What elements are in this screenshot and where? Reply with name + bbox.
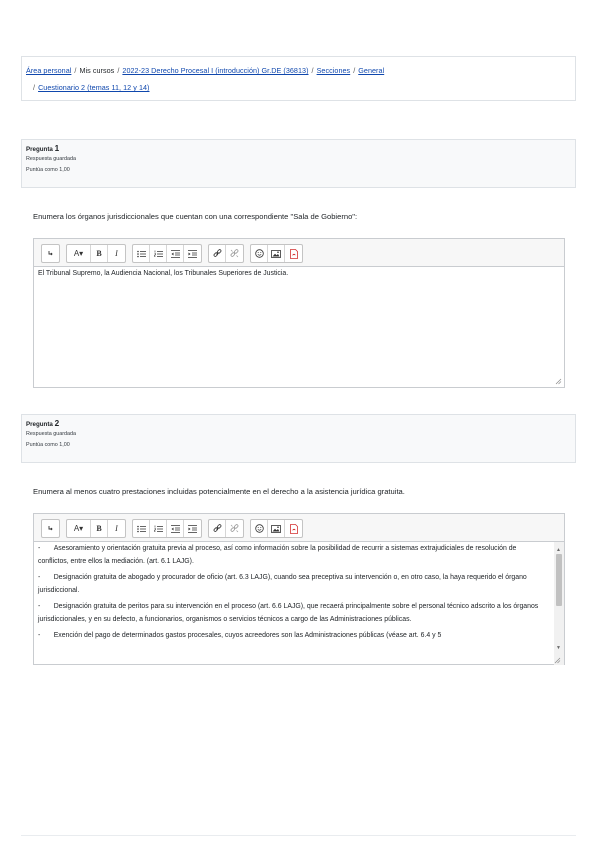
question-1-info: Pregunta 1 Respuesta guardada Puntúa com… xyxy=(21,139,576,188)
toolbar-group-media xyxy=(250,244,303,263)
question-points: Puntúa como 1,00 xyxy=(26,167,70,173)
ordered-list-icon[interactable] xyxy=(150,245,167,262)
question-number: Pregunta 2 xyxy=(26,419,571,429)
editor-content[interactable]: El Tribunal Supremo, la Audiencia Nacion… xyxy=(34,267,564,387)
toolbar-group-lists xyxy=(132,244,202,263)
resize-handle-icon[interactable] xyxy=(554,657,561,664)
answer-paragraph: - Exención del pago de determinados gast… xyxy=(38,632,442,639)
answer-editor-2: A▾ B I - Asesoramiento y orientación gra… xyxy=(33,513,565,665)
breadcrumb-separator: / xyxy=(74,66,77,75)
link-icon[interactable] xyxy=(209,245,226,262)
answer-paragraph: - Designación gratuita de abogado y proc… xyxy=(38,574,527,594)
unlink-icon[interactable] xyxy=(226,245,243,262)
toolbar-group-format: A▾ B I xyxy=(66,519,126,538)
question-status: Respuesta guardada xyxy=(26,156,77,162)
breadcrumb-course[interactable]: 2022-23 Derecho Procesal I (introducción… xyxy=(122,66,308,75)
breadcrumb-separator: / xyxy=(117,66,120,75)
unordered-list-icon[interactable] xyxy=(133,520,150,537)
footer-divider xyxy=(21,835,576,836)
font-style-icon[interactable]: A▾ xyxy=(67,520,91,537)
toolbar-group-media xyxy=(250,519,303,538)
emoji-icon[interactable] xyxy=(251,520,268,537)
emoji-icon[interactable] xyxy=(251,245,268,262)
editor-content[interactable]: - Asesoramiento y orientación gratuita p… xyxy=(34,542,564,667)
breadcrumb-sections[interactable]: Secciones xyxy=(317,66,351,75)
question-1-text: Enumera los órganos jurisdiccionales que… xyxy=(33,212,358,221)
scrollbar-thumb[interactable] xyxy=(556,554,562,606)
link-icon[interactable] xyxy=(209,520,226,537)
toolbar-group-links xyxy=(208,244,244,263)
question-number-value: 2 xyxy=(54,419,60,428)
collapse-icon[interactable] xyxy=(42,520,59,537)
answer-editor-1: A▾ B I El Tribunal Supremo, la Audiencia… xyxy=(33,238,565,388)
answer-paragraph: - Designación gratuita de peritos para s… xyxy=(38,603,539,623)
bold-icon[interactable]: B xyxy=(91,520,108,537)
question-2-info: Pregunta 2 Respuesta guardada Puntúa com… xyxy=(21,414,576,463)
pdf-icon[interactable] xyxy=(285,520,302,537)
question-number: Pregunta 1 xyxy=(26,144,571,154)
breadcrumb: Área personal / Mis cursos/2022-23 Derecho… xyxy=(21,56,576,101)
indent-icon[interactable] xyxy=(184,520,201,537)
collapse-icon[interactable] xyxy=(42,245,59,262)
breadcrumb-separator: / xyxy=(33,83,36,92)
italic-icon[interactable]: I xyxy=(108,520,125,537)
editor-toolbar: A▾ B I xyxy=(34,239,564,267)
unordered-list-icon[interactable] xyxy=(133,245,150,262)
bold-icon[interactable]: B xyxy=(91,245,108,262)
breadcrumb-quiz[interactable]: Cuestionario 2 (temas 11, 12 y 14) xyxy=(38,83,149,92)
question-2-text: Enumera al menos cuatro prestaciones inc… xyxy=(33,487,405,496)
answer-text: El Tribunal Supremo, la Audiencia Nacion… xyxy=(38,270,289,277)
question-label: Pregunta xyxy=(26,146,53,153)
toolbar-group-collapse xyxy=(41,519,60,538)
breadcrumb-separator: / xyxy=(353,66,356,75)
scroll-down-icon[interactable]: ▼ xyxy=(556,642,561,655)
italic-icon[interactable]: I xyxy=(108,245,125,262)
pdf-icon[interactable] xyxy=(285,245,302,262)
image-icon[interactable] xyxy=(268,520,285,537)
resize-handle-icon[interactable] xyxy=(555,378,562,385)
image-icon[interactable] xyxy=(268,245,285,262)
outdent-icon[interactable] xyxy=(167,520,184,537)
answer-paragraph: - Asesoramiento y orientación gratuita p… xyxy=(38,545,517,565)
question-status: Respuesta guardada xyxy=(26,431,77,437)
breadcrumb-separator: / xyxy=(311,66,314,75)
editor-toolbar: A▾ B I xyxy=(34,514,564,542)
unlink-icon[interactable] xyxy=(226,520,243,537)
toolbar-group-format: A▾ B I xyxy=(66,244,126,263)
outdent-icon[interactable] xyxy=(167,245,184,262)
toolbar-group-lists xyxy=(132,519,202,538)
answer-text: - Asesoramiento y orientación gratuita p… xyxy=(38,543,560,643)
breadcrumb-home[interactable]: Área personal xyxy=(26,66,71,75)
editor-scrollbar[interactable]: ▲ ▼ xyxy=(554,542,564,665)
question-label: Pregunta xyxy=(26,421,53,428)
font-style-icon[interactable]: A▾ xyxy=(67,245,91,262)
toolbar-group-collapse xyxy=(41,244,60,263)
ordered-list-icon[interactable] xyxy=(150,520,167,537)
toolbar-group-links xyxy=(208,519,244,538)
question-number-value: 1 xyxy=(54,144,60,153)
question-points: Puntúa como 1,00 xyxy=(26,442,70,448)
breadcrumb-my-courses: Mis cursos xyxy=(79,66,115,75)
indent-icon[interactable] xyxy=(184,245,201,262)
breadcrumb-general[interactable]: General xyxy=(358,66,384,75)
